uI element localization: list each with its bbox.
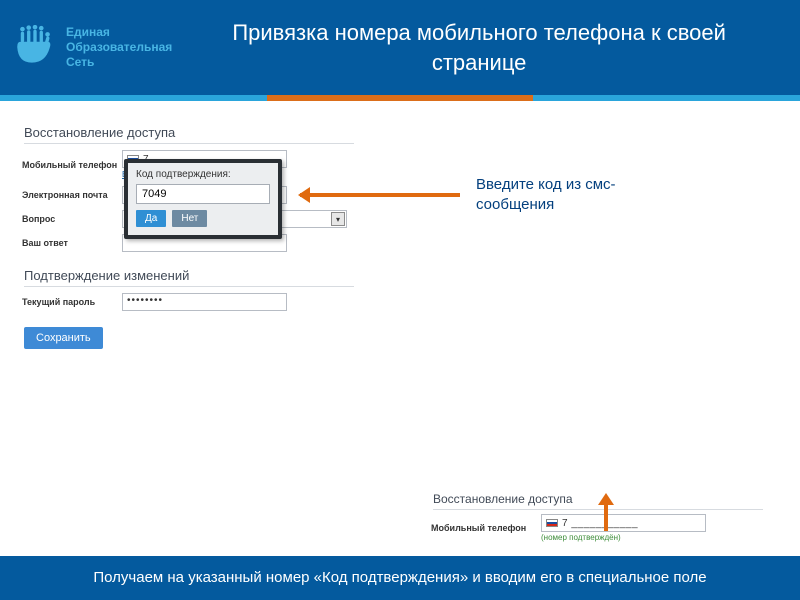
number-confirmed-label: (номер подтверждён) (541, 533, 706, 542)
arrow-icon (604, 497, 608, 531)
current-password-input[interactable]: •••••••• (122, 293, 287, 311)
label-email: Электронная почта (22, 190, 122, 200)
confirm-no-button[interactable]: Нет (172, 210, 207, 227)
header: Единая Образовательная Сеть Привязка ном… (0, 0, 800, 95)
content-stage: Восстановление доступа Мобильный телефон… (0, 101, 800, 556)
confirmation-code-input[interactable] (136, 184, 270, 204)
arrow-icon (300, 193, 460, 197)
brand-line: Единая (66, 25, 172, 40)
label-phone-2: Мобильный телефон (431, 523, 541, 533)
label-question: Вопрос (22, 214, 122, 224)
instruction-callout: Введите код из смс-сообщения (476, 175, 676, 214)
save-button[interactable]: Сохранить (24, 327, 103, 349)
hand-logo-icon (14, 25, 56, 71)
label-current-password: Текущий пароль (22, 297, 122, 307)
brand: Единая Образовательная Сеть (14, 25, 172, 71)
phone-value-2: 7 ___________ (562, 518, 638, 529)
flag-ru-icon (546, 519, 558, 527)
section-heading-access: Восстановление доступа (24, 125, 354, 144)
label-answer: Ваш ответ (22, 238, 122, 248)
dialog-label: Код подтверждения: (136, 169, 270, 180)
brand-line: Сеть (66, 55, 172, 70)
confirm-yes-button[interactable]: Да (136, 210, 166, 227)
page-title: Привязка номера мобильного телефона к св… (172, 18, 776, 77)
section-heading-confirm: Подтверждение изменений (24, 268, 354, 287)
label-phone: Мобильный телефон (22, 160, 122, 170)
confirmation-code-dialog: Код подтверждения: Да Нет (124, 159, 282, 239)
brand-name: Единая Образовательная Сеть (66, 25, 172, 70)
chevron-down-icon[interactable]: ▾ (331, 212, 345, 226)
phone-input-confirmed[interactable]: 7 ___________ (541, 514, 706, 532)
brand-line: Образовательная (66, 40, 172, 55)
footer-instruction: Получаем на указанный номер «Код подтвер… (0, 556, 800, 600)
row-current-password: Текущий пароль •••••••• (22, 293, 422, 311)
